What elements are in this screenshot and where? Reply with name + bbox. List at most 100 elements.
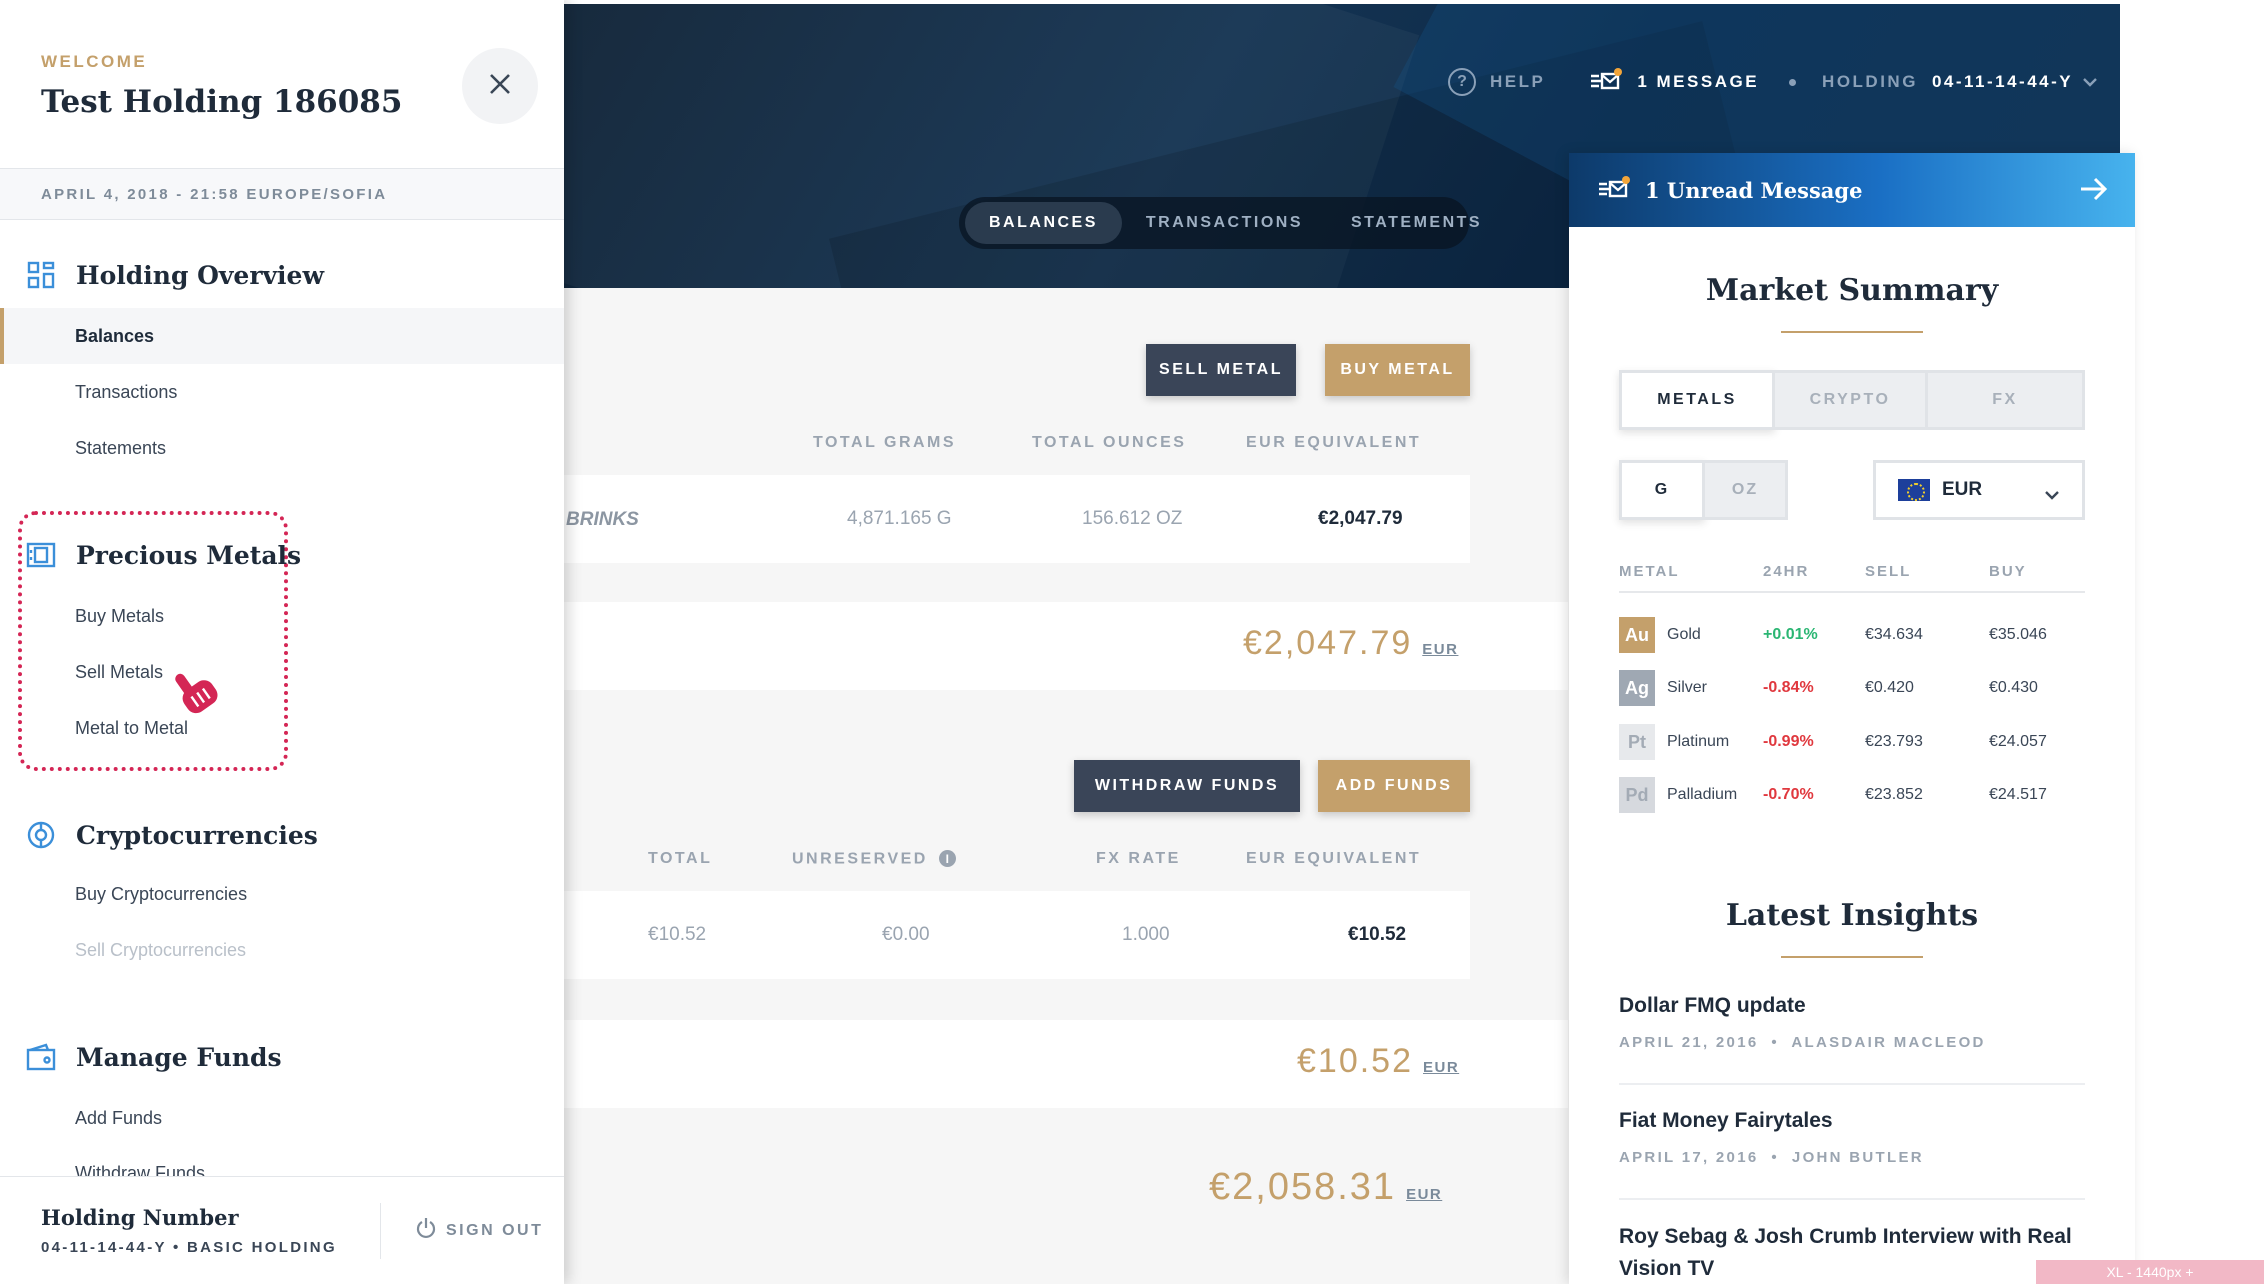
eu-flag-icon bbox=[1898, 479, 1930, 501]
currency-select[interactable]: EUR bbox=[1873, 460, 2085, 520]
col-eur-equivalent-funds: EUR EQUIVALENT bbox=[1246, 850, 1422, 867]
sell-price: €0.420 bbox=[1865, 679, 1914, 696]
breakpoint-badge: XL - 1440px + bbox=[2036, 1260, 2264, 1284]
crypto-icon bbox=[24, 818, 58, 852]
sidebar-item-balances[interactable]: Balances bbox=[75, 326, 154, 347]
message-icon bbox=[1597, 175, 1631, 206]
funds-total-row: €10.52 EUR bbox=[564, 1020, 1568, 1108]
title-underline bbox=[1781, 331, 1923, 333]
view-tabs: BALANCES TRANSACTIONS STATEMENTS bbox=[959, 197, 1480, 249]
sidebar-item-buy-metals[interactable]: Buy Metals bbox=[75, 606, 164, 627]
currency-link[interactable]: EUR bbox=[1422, 641, 1458, 658]
buy-price: €24.057 bbox=[1989, 733, 2047, 750]
latest-insights-title: Latest Insights bbox=[1725, 898, 1979, 933]
messages-link[interactable]: 1 MESSAGE bbox=[1589, 67, 1759, 98]
metal-name: Platinum bbox=[1667, 733, 1730, 750]
eur-value: €2,047.79 bbox=[1318, 508, 1403, 529]
sell-metal-button[interactable]: SELL METAL bbox=[1146, 344, 1296, 396]
session-datetime: APRIL 4, 2018 - 21:58 EUROPE/SOFIA bbox=[0, 168, 564, 220]
section-manage-funds[interactable]: Manage Funds bbox=[24, 1040, 282, 1074]
power-icon bbox=[416, 1217, 436, 1244]
col-total-grams: TOTAL GRAMS bbox=[813, 434, 957, 451]
close-button[interactable] bbox=[462, 48, 538, 124]
col-unreserved: UNRESERVED i bbox=[792, 850, 956, 869]
change-value: -0.70% bbox=[1763, 786, 1814, 803]
col-fx-rate: FX RATE bbox=[1096, 850, 1181, 867]
segment-fx[interactable]: FX bbox=[1925, 370, 2085, 430]
segment-metals[interactable]: METALS bbox=[1619, 370, 1775, 430]
sell-price: €23.793 bbox=[1865, 733, 1923, 750]
metals-total-row: €2,047.79 EUR bbox=[564, 602, 1568, 690]
unit-grams[interactable]: G bbox=[1619, 460, 1705, 520]
section-precious-metals[interactable]: Precious Metals bbox=[24, 538, 301, 572]
buy-price: €0.430 bbox=[1989, 679, 2038, 696]
sidebar-item-statements[interactable]: Statements bbox=[75, 438, 166, 459]
market-panel: 1 Unread Message Market Summary METALS C… bbox=[1569, 153, 2135, 1284]
col-24hr: 24HR bbox=[1763, 563, 1810, 580]
sign-out-button[interactable]: SIGN OUT bbox=[416, 1217, 543, 1244]
currency-link[interactable]: EUR bbox=[1406, 1186, 1442, 1203]
metal-symbol-badge: Ag bbox=[1619, 670, 1655, 706]
dashboard-icon bbox=[24, 258, 58, 292]
chevron-down-icon bbox=[2044, 485, 2060, 507]
unread-message-bar[interactable]: 1 Unread Message bbox=[1569, 153, 2135, 227]
funds-total: €10.52 EUR bbox=[1297, 1042, 1460, 1080]
metal-holding-row: BRINKS 4,871.165 G 156.612 OZ €2,047.79 bbox=[564, 475, 1470, 563]
tab-balances[interactable]: BALANCES bbox=[965, 202, 1122, 244]
help-link[interactable]: ? HELP bbox=[1448, 68, 1545, 96]
unit-ounces[interactable]: OZ bbox=[1702, 460, 1788, 520]
change-value: -0.99% bbox=[1763, 733, 1814, 750]
funds-total-value: €10.52 bbox=[648, 924, 707, 945]
navigation-drawer: WELCOME Test Holding 186085 APRIL 4, 201… bbox=[0, 0, 564, 1284]
info-icon[interactable]: i bbox=[938, 850, 956, 867]
col-sell: SELL bbox=[1865, 563, 1912, 580]
insight-divider bbox=[1619, 1198, 2085, 1200]
tab-transactions[interactable]: TRANSACTIONS bbox=[1122, 202, 1327, 244]
funds-eur-value: €10.52 bbox=[1348, 924, 1407, 945]
change-value: +0.01% bbox=[1763, 626, 1818, 643]
buy-metal-button[interactable]: BUY METAL bbox=[1325, 344, 1470, 396]
metal-symbol-badge: Pd bbox=[1619, 777, 1655, 813]
arrow-right-icon bbox=[2079, 175, 2109, 208]
unreserved-value: €0.00 bbox=[882, 924, 930, 945]
metal-price-row: Pd Palladium -0.70% €23.852 €24.517 bbox=[1619, 777, 2085, 817]
holding-number-label: Holding Number bbox=[41, 1205, 239, 1230]
tab-statements[interactable]: STATEMENTS bbox=[1327, 202, 1506, 244]
metal-name: Gold bbox=[1667, 626, 1701, 643]
holding-selector[interactable]: HOLDING 04-11-14-44-Y bbox=[1822, 72, 2097, 92]
ounces-value: 156.612 OZ bbox=[1082, 508, 1183, 529]
sidebar-footer: Holding Number 04-11-14-44-Y • BASIC HOL… bbox=[0, 1176, 564, 1284]
welcome-label: WELCOME bbox=[41, 52, 148, 71]
footer-divider bbox=[380, 1203, 381, 1259]
col-buy: BUY bbox=[1989, 563, 2027, 580]
buy-price: €35.046 bbox=[1989, 626, 2047, 643]
close-icon bbox=[488, 72, 512, 101]
currency-link[interactable]: EUR bbox=[1423, 1059, 1459, 1076]
sidebar-item-sell-metals[interactable]: Sell Metals bbox=[75, 662, 163, 683]
separator-dot bbox=[1789, 78, 1797, 86]
holding-number: 04-11-14-44-Y • BASIC HOLDING bbox=[41, 1239, 337, 1256]
grand-total: €2,058.31 EUR bbox=[1209, 1166, 1443, 1208]
segment-crypto[interactable]: CRYPTO bbox=[1772, 370, 1928, 430]
pointer-hand-icon bbox=[166, 662, 230, 727]
metal-price-row: Ag Silver -0.84% €0.420 €0.430 bbox=[1619, 670, 2085, 710]
sidebar-item-transactions[interactable]: Transactions bbox=[75, 382, 177, 403]
title-underline bbox=[1781, 956, 1923, 958]
sidebar-item-buy-cryptocurrencies[interactable]: Buy Cryptocurrencies bbox=[75, 884, 247, 905]
insight-item[interactable]: Roy Sebag & Josh Crumb Interview with Re… bbox=[1619, 1221, 2085, 1284]
holding-name: Test Holding 186085 bbox=[41, 84, 403, 120]
top-navigation: ? HELP 1 MESSAGE HOLDING 04-11-14-44-Y bbox=[1448, 66, 2097, 98]
add-funds-button[interactable]: ADD FUNDS bbox=[1318, 760, 1470, 812]
buy-price: €24.517 bbox=[1989, 786, 2047, 803]
sell-price: €34.634 bbox=[1865, 626, 1923, 643]
insight-item[interactable]: Fiat Money Fairytales APRIL 17, 2016 • J… bbox=[1619, 1105, 2085, 1166]
section-cryptocurrencies[interactable]: Cryptocurrencies bbox=[24, 818, 318, 852]
sidebar-item-add-funds[interactable]: Add Funds bbox=[75, 1108, 162, 1129]
withdraw-funds-button[interactable]: WITHDRAW FUNDS bbox=[1074, 760, 1300, 812]
insight-divider bbox=[1619, 1083, 2085, 1085]
section-holding-overview[interactable]: Holding Overview bbox=[24, 258, 324, 292]
metal-price-row: Pt Platinum -0.99% €23.793 €24.057 bbox=[1619, 724, 2085, 764]
vault-icon bbox=[24, 538, 58, 572]
metal-name: Palladium bbox=[1667, 786, 1738, 803]
insight-item[interactable]: Dollar FMQ update APRIL 21, 2016 • ALASD… bbox=[1619, 990, 2085, 1051]
